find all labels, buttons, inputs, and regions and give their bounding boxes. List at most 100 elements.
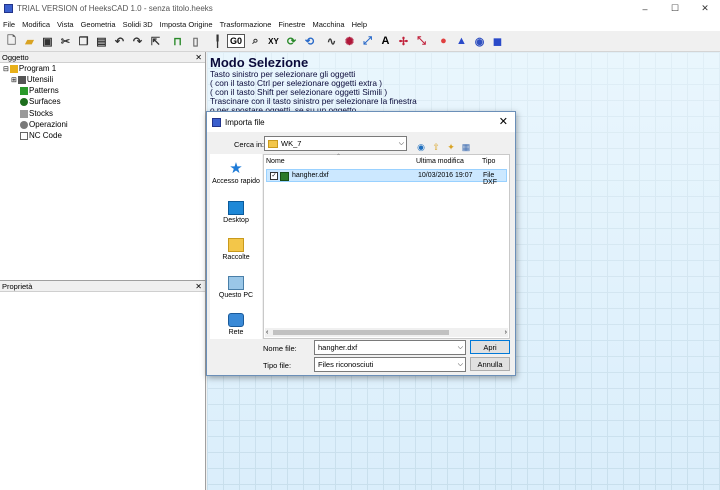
properties-panel-header: Proprietà ✕ [0,281,205,292]
tree-item-program[interactable]: ⊟ Program 1 [3,64,56,73]
close-button[interactable]: ✕ [690,0,720,17]
text-tool-button[interactable]: A [377,33,394,50]
undo-icon[interactable]: ↶ [111,33,128,50]
libraries-icon [228,238,244,252]
tree-item-label: Patterns [29,86,59,95]
heekscad-window: TRIAL VERSION of HeeksCAD 1.0 - senza ti… [0,0,720,490]
horizontal-scrollbar[interactable]: ‹ › [265,328,508,337]
open-button[interactable]: Apri [470,340,510,354]
back-icon[interactable]: ◉ [415,141,427,153]
menu-help[interactable]: Help [352,20,367,29]
open-folder-icon[interactable]: ▰ [21,33,38,50]
dialog-app-icon [212,117,221,127]
cancel-button[interactable]: Annulla [470,357,510,371]
ellipse-tool-icon[interactable]: ⤢ [359,33,376,50]
tree-item-patterns[interactable]: Patterns [20,86,59,95]
nc-code-icon [20,131,28,140]
menu-file[interactable]: File [3,20,15,29]
sphere-icon[interactable]: ● [435,33,452,50]
file-type-select[interactable]: Files riconosciuti ⌵ [314,357,466,372]
maximize-button[interactable]: ☐ [660,0,690,17]
sort-up-icon: ⌃ [336,154,342,160]
tree-item-stocks[interactable]: Stocks [20,109,53,118]
file-type-value: Files riconosciuti [318,360,374,369]
cone-icon[interactable]: ▲ [453,33,470,50]
tree-item-label: Surfaces [29,97,61,106]
file-name-input[interactable]: hangher.dxf ⌵ [314,340,466,355]
file-name-value: hangher.dxf [318,343,358,352]
redo-icon[interactable]: ↷ [129,33,146,50]
patterns-icon [20,86,28,95]
zoom-icon[interactable]: ⌕ [247,33,264,50]
spline-icon[interactable]: ∿ [323,33,340,50]
chevron-down-icon[interactable]: ⌵ [458,341,463,354]
menu-finestre[interactable]: Finestre [278,20,305,29]
place-label: Questo PC [218,292,254,299]
paste-icon[interactable]: ▤ [93,33,110,50]
place-network[interactable]: Rete [210,313,262,336]
menu-solidi-3d[interactable]: Solidi 3D [123,20,153,29]
folder-icon [268,139,278,148]
dimension-tool-icon[interactable]: ⤡ [413,33,430,50]
dialog-close-button[interactable]: ✕ [499,115,508,128]
ruler-icon[interactable]: ▯ [187,33,204,50]
select-pointer-icon[interactable]: ⇱ [147,33,164,50]
tree-item-nc-code[interactable]: NC Code [20,131,62,140]
cube-icon[interactable]: ◼ [489,33,506,50]
place-label: Raccolte [222,254,250,261]
column-type[interactable]: Tipo [482,158,495,165]
menu-modifica[interactable]: Modifica [22,20,50,29]
copy-icon[interactable]: ❐ [75,33,92,50]
scroll-right-icon[interactable]: › [505,328,507,337]
file-row[interactable]: ✓ hangher.dxf 10/03/2016 19:07 File DXF [266,169,507,186]
tree-item-surfaces[interactable]: Surfaces [20,97,61,106]
cut-icon[interactable]: ✂ [57,33,74,50]
measure-icon[interactable]: ╿ [209,33,226,50]
chevron-down-icon[interactable]: ⌵ [458,358,463,371]
save-icon[interactable]: ▣ [39,33,56,50]
menu-trasformazione[interactable]: Trasformazione [220,20,272,29]
tree-item-operazioni[interactable]: Operazioni [20,120,68,129]
line-tool-icon[interactable]: ⊓ [169,33,186,50]
place-desktop[interactable]: Desktop [210,201,262,224]
cylinder-icon[interactable]: ◉ [471,33,488,50]
g0-button[interactable]: G0 [227,34,245,48]
look-in-select[interactable]: WK_7 ⌵ [264,136,407,151]
tree-item-label: Stocks [29,109,54,118]
tree-item-label: NC Code [29,131,62,140]
menu-imposta-origine[interactable]: Imposta Origine [160,20,213,29]
file-list[interactable]: Nome ⌃ Ultima modifica Tipo ✓ hangher.dx… [263,154,510,339]
file-list-header: Nome ⌃ Ultima modifica Tipo [264,154,509,169]
properties-panel-close-icon[interactable]: ✕ [195,281,202,292]
rotate-view-icon[interactable]: ⟳ [283,33,300,50]
up-folder-icon[interactable]: ⇧ [430,141,442,153]
scroll-thumb[interactable] [273,330,449,335]
new-file-icon[interactable]: 🗋 [3,33,20,50]
place-libraries[interactable]: Raccolte [210,238,262,261]
chevron-down-icon: ⌵ [398,140,404,147]
object-panel-close-icon[interactable]: ✕ [195,52,202,63]
dxf-file-icon [280,172,289,181]
place-label: Desktop [223,217,249,224]
place-quick-access[interactable]: ★ Accesso rapido [210,161,262,185]
column-name[interactable]: Nome [266,158,285,165]
menu-macchina[interactable]: Macchina [312,20,344,29]
tree-item-utensili[interactable]: ⊞ Utensili [11,75,53,84]
minimize-button[interactable]: – [630,0,660,17]
column-modified[interactable]: Ultima modifica [416,158,464,165]
circle-tool-icon[interactable]: ✺ [341,33,358,50]
menu-vista[interactable]: Vista [57,20,74,29]
menu-geometria[interactable]: Geometria [81,20,116,29]
expand-icon[interactable]: ⊟ [3,65,9,73]
coordinate-tool-icon[interactable]: ✢ [395,33,412,50]
tree-item-label: Program 1 [18,64,57,73]
desktop-icon [228,201,244,215]
scroll-left-icon[interactable]: ‹ [266,328,268,337]
expand-icon[interactable]: ⊞ [11,76,17,84]
view-xy-button[interactable]: XY [265,33,282,50]
fit-view-icon[interactable]: ⟲ [301,33,318,50]
view-menu-icon[interactable]: ▦ [460,141,472,153]
place-this-pc[interactable]: Questo PC [210,276,262,299]
file-checkbox[interactable]: ✓ [270,172,278,180]
new-folder-icon[interactable]: ✦ [445,141,457,153]
